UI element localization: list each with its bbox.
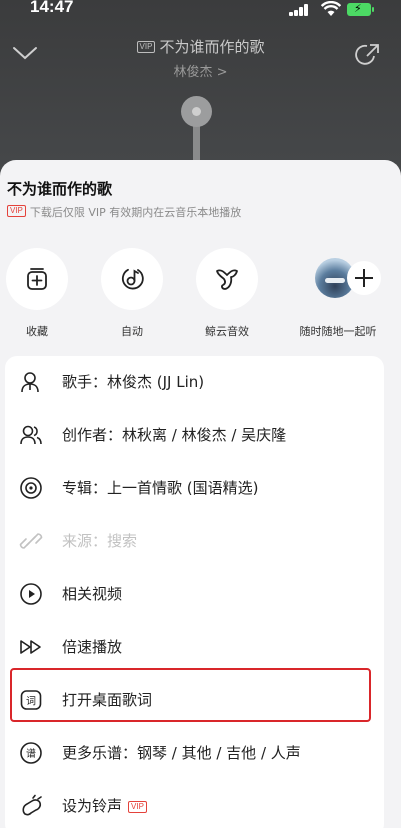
cellular-signal-icon bbox=[289, 4, 309, 16]
list-item-playback-speed[interactable]: 倍速播放 bbox=[5, 621, 384, 673]
add-to-playlist-icon bbox=[27, 268, 47, 290]
album-disc-icon bbox=[20, 477, 42, 499]
list-item-label: 相关视频 bbox=[62, 585, 123, 603]
list-item-label: 倍速播放 bbox=[62, 638, 123, 656]
source-link-icon bbox=[19, 533, 43, 549]
list-item-creators[interactable]: 创作者：林秋离 / 林俊杰 / 吴庆隆 bbox=[5, 409, 384, 461]
list-item-label: 专辑：上一首情歌 (国语精选) bbox=[62, 479, 259, 497]
list-item-album[interactable]: 专辑：上一首情歌 (国语精选) bbox=[5, 462, 384, 514]
list-item-label: 更多乐谱：钢琴 / 其他 / 吉他 / 人声 bbox=[62, 744, 301, 762]
player-artist-link[interactable]: 林俊杰 > bbox=[0, 61, 401, 80]
quick-actions: 收藏 自动 鲸云音效 随时随地一起听 bbox=[0, 248, 401, 348]
whale-audio-button[interactable]: 鲸云音效 bbox=[189, 248, 265, 339]
song-options-list: 歌手：林俊杰 (JJ Lin) 创作者：林秋离 / 林俊杰 / 吴庆隆 专辑：上… bbox=[5, 356, 384, 828]
sheet-music-icon: 谱 bbox=[20, 742, 42, 764]
collect-button[interactable]: 收藏 bbox=[0, 248, 75, 339]
sheet-song-title: 不为谁而作的歌 bbox=[7, 180, 113, 198]
song-options-sheet: 不为谁而作的歌 VIP 下载后仅限 VIP 有效期内在云音乐本地播放 收藏 自动… bbox=[0, 160, 401, 828]
wifi-icon bbox=[321, 1, 341, 16]
charging-battery-icon: ⚡ bbox=[347, 2, 374, 16]
auto-label: 自动 bbox=[121, 325, 143, 338]
auto-button[interactable]: 自动 bbox=[94, 248, 170, 339]
creators-icon bbox=[20, 425, 42, 445]
ringtone-icon bbox=[22, 794, 42, 816]
list-item-related-video[interactable]: 相关视频 bbox=[5, 568, 384, 620]
listen-together-button[interactable]: 随时随地一起听 bbox=[288, 248, 388, 339]
list-item-sheet-music[interactable]: 谱 更多乐谱：钢琴 / 其他 / 吉他 / 人声 bbox=[5, 727, 384, 779]
collect-label: 收藏 bbox=[26, 325, 48, 338]
share-icon[interactable] bbox=[355, 42, 381, 68]
listen-together-label: 随时随地一起听 bbox=[299, 325, 377, 338]
svg-text:谱: 谱 bbox=[26, 747, 36, 760]
list-item-label: 设为铃声 VIP bbox=[62, 795, 151, 816]
playback-speed-icon bbox=[20, 640, 41, 654]
list-item-label: 歌手：林俊杰 (JJ Lin) bbox=[62, 373, 205, 391]
status-time: 14:47 bbox=[30, 0, 74, 16]
vip-badge: VIP bbox=[128, 801, 147, 813]
list-item-singer[interactable]: 歌手：林俊杰 (JJ Lin) bbox=[5, 356, 384, 408]
player-song-title-text: 不为谁而作的歌 bbox=[159, 38, 265, 56]
vip-badge: VIP bbox=[136, 41, 156, 53]
whale-audio-icon bbox=[216, 269, 238, 290]
status-bar: 14:47 ⚡ bbox=[0, 0, 401, 20]
highlight-box bbox=[10, 668, 371, 722]
list-item-label: 来源：搜索 bbox=[62, 532, 138, 550]
ringtone-label-text: 设为铃声 bbox=[62, 797, 123, 815]
plus-icon bbox=[347, 261, 381, 295]
list-item-ringtone[interactable]: 设为铃声 VIP bbox=[5, 780, 384, 828]
whale-audio-label: 鲸云音效 bbox=[205, 325, 249, 338]
singer-icon bbox=[21, 372, 39, 393]
vip-badge: VIP bbox=[7, 205, 26, 217]
auto-mode-icon bbox=[121, 268, 144, 290]
player-song-title: VIP 不为谁而作的歌 bbox=[0, 36, 401, 57]
sheet-vip-notice: VIP 下载后仅限 VIP 有效期内在云音乐本地播放 bbox=[7, 204, 241, 220]
tonearm-pivot-icon bbox=[181, 96, 212, 127]
list-item-source: 来源：搜索 bbox=[5, 515, 384, 567]
video-play-icon bbox=[20, 583, 42, 605]
list-item-label: 创作者：林秋离 / 林俊杰 / 吴庆隆 bbox=[62, 426, 287, 444]
player-background: 14:47 ⚡ VIP 不为谁而作的歌 林俊杰 > bbox=[0, 0, 401, 175]
sheet-vip-notice-text: 下载后仅限 VIP 有效期内在云音乐本地播放 bbox=[29, 206, 242, 219]
